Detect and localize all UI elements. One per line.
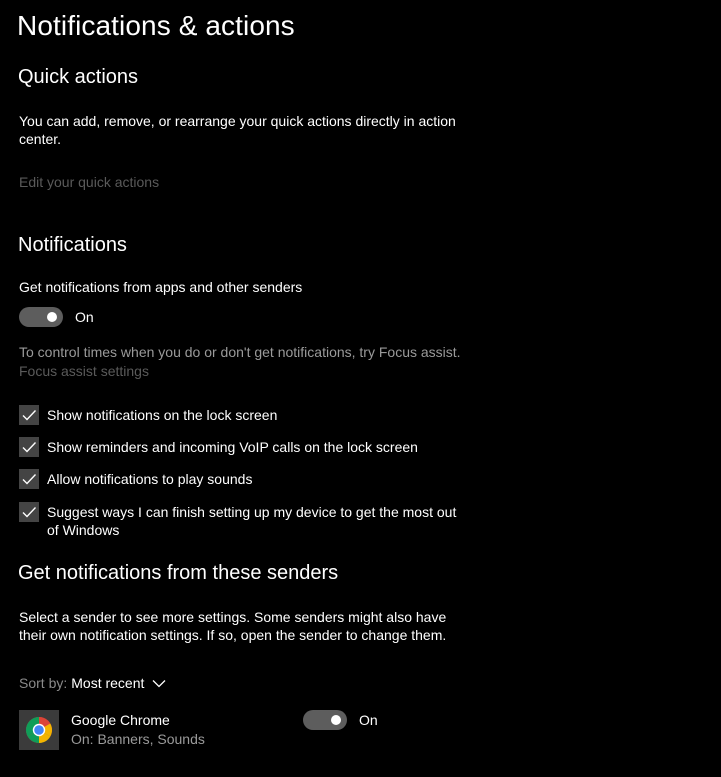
toggle-knob	[47, 312, 57, 322]
sender-row-google-chrome[interactable]: Google Chrome On: Banners, Sounds On	[19, 709, 479, 751]
senders-heading: Get notifications from these senders	[18, 562, 339, 584]
app-icon-tile	[19, 710, 59, 750]
focus-assist-hint: To control times when you do or don't ge…	[19, 344, 461, 360]
page-title: Notifications & actions	[17, 10, 295, 41]
setup-suggestions-checkbox[interactable]	[19, 502, 39, 522]
quick-actions-description: You can add, remove, or rearrange your q…	[19, 113, 456, 147]
chevron-down-icon[interactable]	[152, 679, 166, 688]
sender-status: On: Banners, Sounds	[71, 731, 205, 747]
setup-suggestions-option[interactable]: Suggest ways I can finish setting up my …	[19, 502, 469, 539]
senders-description: Select a sender to see more settings. So…	[19, 609, 447, 643]
checkmark-icon	[22, 474, 37, 485]
sender-name[interactable]: Google Chrome	[71, 712, 170, 728]
lock-screen-reminders-checkbox[interactable]	[19, 437, 39, 457]
chrome-icon	[25, 717, 53, 744]
google-chrome-toggle[interactable]	[303, 710, 347, 730]
option-label: Show notifications on the lock screen	[47, 407, 278, 423]
notifications-heading: Notifications	[18, 234, 127, 256]
notifications-toggle-row: On	[19, 307, 94, 327]
sender-toggle-state: On	[359, 712, 378, 728]
notifications-toggle[interactable]	[19, 307, 63, 327]
quick-actions-heading: Quick actions	[18, 66, 139, 88]
edit-quick-actions-link[interactable]: Edit your quick actions	[19, 174, 159, 190]
sort-by-label: Sort by:	[19, 675, 68, 691]
lock-screen-notifications-option[interactable]: Show notifications on the lock screen	[19, 405, 479, 425]
notifications-toggle-state: On	[75, 309, 94, 325]
option-label: Show reminders and incoming VoIP calls o…	[47, 439, 418, 455]
sort-by-value[interactable]: Most recent	[71, 675, 144, 691]
toggle-knob	[331, 715, 341, 725]
checkmark-icon	[22, 410, 37, 421]
focus-assist-settings-link[interactable]: Focus assist settings	[19, 363, 149, 379]
option-label: Suggest ways I can finish setting up my …	[47, 504, 457, 538]
get-notifications-label: Get notifications from apps and other se…	[19, 279, 303, 295]
lock-screen-reminders-option[interactable]: Show reminders and incoming VoIP calls o…	[19, 437, 479, 457]
notification-sounds-checkbox[interactable]	[19, 469, 39, 489]
option-label: Allow notifications to play sounds	[47, 471, 253, 487]
sort-by-control: Sort by: Most recent	[19, 675, 166, 691]
checkmark-icon	[22, 442, 37, 453]
checkmark-icon	[22, 507, 37, 518]
lock-screen-notifications-checkbox[interactable]	[19, 405, 39, 425]
sender-toggle-row: On	[303, 710, 378, 730]
notification-sounds-option[interactable]: Allow notifications to play sounds	[19, 469, 479, 489]
